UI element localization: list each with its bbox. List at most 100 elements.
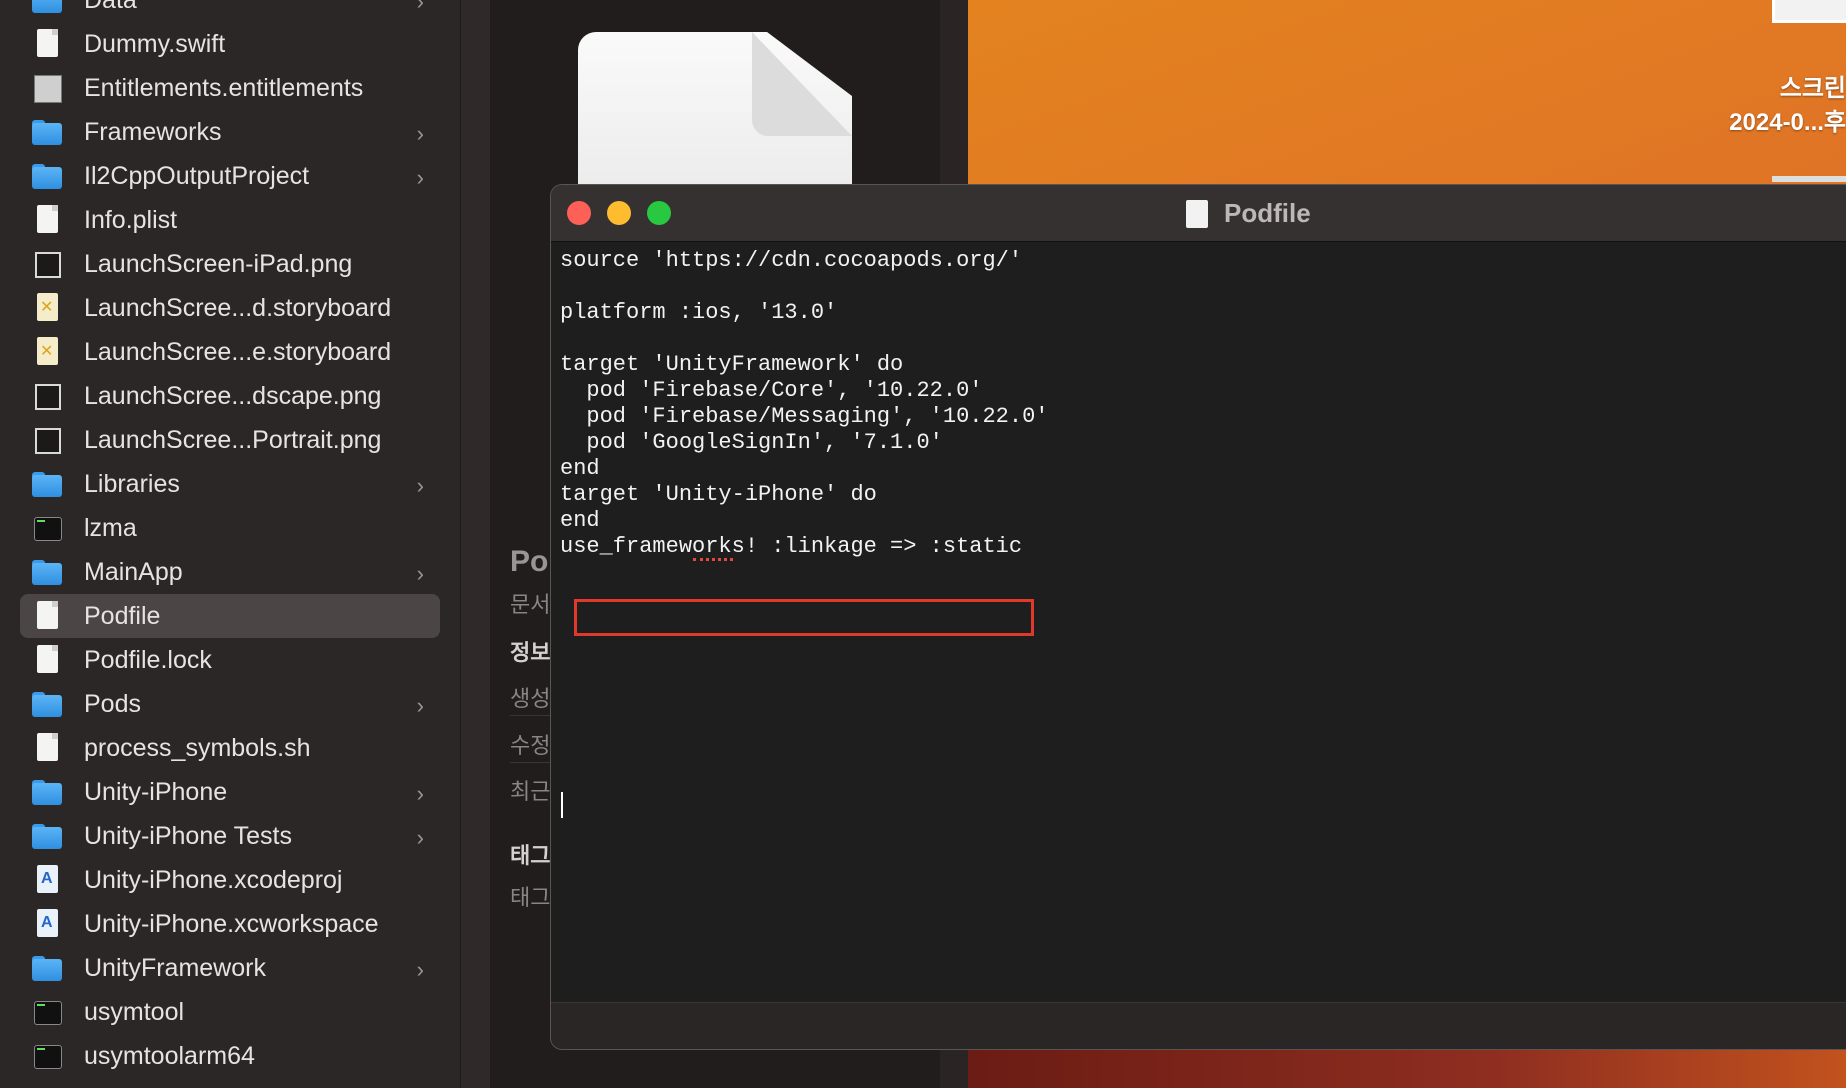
file-row[interactable]: Il2CppOutputProject ›: [20, 154, 440, 198]
window-title: Podfile: [1186, 198, 1311, 229]
file-row[interactable]: Info.plist: [20, 198, 440, 242]
preview-info-heading: 정보: [510, 640, 551, 665]
code-line: use_frameworks! :linkage => :static: [560, 534, 1023, 559]
textedit-window: Podfile source 'https://cdn.cocoapods.or…: [550, 184, 1846, 1050]
file-row[interactable]: LaunchScree...dscape.png: [20, 374, 440, 418]
file-name: Il2CppOutputProject: [84, 161, 310, 190]
file-row[interactable]: Frameworks ›: [20, 110, 440, 154]
file-row[interactable]: Podfile.lock: [20, 638, 440, 682]
image-file-icon: [32, 381, 62, 411]
file-row[interactable]: lzma: [20, 506, 440, 550]
document-icon: [1186, 199, 1208, 228]
file-row[interactable]: Unity-iPhone.xcworkspace: [20, 902, 440, 946]
file-name: Podfile: [84, 601, 161, 630]
chevron-right-icon[interactable]: ›: [417, 473, 424, 499]
chevron-right-icon[interactable]: ›: [417, 825, 424, 851]
file-name: Dummy.swift: [84, 29, 226, 58]
file-row[interactable]: Dummy.swift: [20, 22, 440, 66]
xcodeproj-icon: [32, 865, 62, 895]
executable-icon: [32, 1041, 62, 1071]
file-name: usymtoolarm64: [84, 1041, 255, 1070]
file-row[interactable]: UnityFramework ›: [20, 946, 440, 990]
maximize-button[interactable]: [647, 201, 671, 225]
file-row[interactable]: usymtool: [20, 990, 440, 1034]
desktop-file-label-line2[interactable]: 2024-0...후: [1729, 102, 1846, 137]
file-row[interactable]: Entitlements.entitlements: [20, 66, 440, 110]
file-row[interactable]: Libraries ›: [20, 462, 440, 506]
preview-file-title: Po: [510, 545, 549, 578]
file-name: Pods: [84, 689, 141, 718]
code-line: source 'https://cdn.cocoapods.org/': [560, 248, 1023, 273]
file-name: LaunchScree...Portrait.png: [84, 425, 382, 454]
file-row[interactable]: LaunchScree...d.storyboard: [20, 286, 440, 330]
chevron-right-icon[interactable]: ›: [417, 0, 424, 15]
window-title-text: Podfile: [1224, 198, 1311, 228]
code-line: end: [560, 508, 600, 533]
image-file-icon: [32, 249, 62, 279]
file-name: Unity-iPhone Tests: [84, 821, 292, 850]
desktop-file-label-line1[interactable]: 스크린: [1780, 68, 1846, 103]
file-name: Unity-iPhone.xcworkspace: [84, 909, 379, 938]
file-name: LaunchScree...e.storyboard: [84, 337, 392, 366]
file-name: lzma: [84, 513, 137, 542]
code-line: pod 'Firebase/Messaging', '10.22.0': [560, 404, 1049, 429]
file-name: MainApp: [84, 557, 183, 586]
text-editor[interactable]: source 'https://cdn.cocoapods.org/' platf…: [551, 242, 1846, 1002]
file-row[interactable]: Unity-iPhone.xcodeproj: [20, 858, 440, 902]
file-row[interactable]: LaunchScree...e.storyboard: [20, 330, 440, 374]
column-divider[interactable]: [460, 0, 491, 1088]
folder-icon: [32, 557, 62, 587]
code-line: platform :ios, '13.0': [560, 300, 838, 325]
file-row[interactable]: Unity-iPhone ›: [20, 770, 440, 814]
storyboard-file-icon: [32, 293, 62, 323]
code-line-highlighted: pod 'GoogleSignIn', '7.1.0': [560, 430, 943, 455]
minimize-button[interactable]: [607, 201, 631, 225]
file-row[interactable]: MainApp ›: [20, 550, 440, 594]
chevron-right-icon[interactable]: ›: [417, 561, 424, 587]
entitlements-file-icon: [32, 73, 62, 103]
file-row[interactable]: LaunchScree...Portrait.png: [20, 418, 440, 462]
folder-icon: [32, 689, 62, 719]
folder-icon: [32, 117, 62, 147]
text-caret: [561, 792, 563, 818]
folder-icon: [32, 777, 62, 807]
swift-file-icon: [32, 29, 62, 59]
folder-icon: [32, 0, 62, 15]
preview-divider: [510, 762, 550, 763]
desktop-thumbnail-edge: [1772, 176, 1846, 182]
chevron-right-icon[interactable]: ›: [417, 693, 424, 719]
file-row[interactable]: usymtoolarm64: [20, 1034, 440, 1078]
file-row[interactable]: Data ›: [20, 0, 440, 22]
plist-file-icon: [32, 205, 62, 235]
code-line: end: [560, 456, 600, 481]
chevron-right-icon[interactable]: ›: [417, 957, 424, 983]
code-line: pod 'Firebase/Core', '10.22.0': [560, 378, 983, 403]
code-line: target 'UnityFramework' do: [560, 352, 904, 377]
file-name: Frameworks: [84, 117, 222, 146]
preview-divider: [510, 715, 550, 716]
file-row[interactable]: Podfile: [20, 594, 440, 638]
xcworkspace-icon: [32, 909, 62, 939]
executable-icon: [32, 513, 62, 543]
preview-tags-field[interactable]: 태그: [510, 880, 550, 912]
folder-icon: [32, 821, 62, 851]
desktop-screenshot-thumbnail[interactable]: [1772, 0, 1846, 23]
file-row[interactable]: process_symbols.sh: [20, 726, 440, 770]
chevron-right-icon[interactable]: ›: [417, 121, 424, 147]
chevron-right-icon[interactable]: ›: [417, 165, 424, 191]
preview-created-label: 생성: [510, 686, 551, 711]
file-row[interactable]: LaunchScreen-iPad.png: [20, 242, 440, 286]
file-name: LaunchScreen-iPad.png: [84, 249, 353, 278]
file-name: LaunchScree...dscape.png: [84, 381, 382, 410]
highlight-annotation-box: [574, 599, 1034, 636]
close-button[interactable]: [567, 201, 591, 225]
preview-last-opened-label: 최근: [510, 779, 551, 804]
folder-icon: [32, 953, 62, 983]
file-name: Podfile.lock: [84, 645, 212, 674]
storyboard-file-icon: [32, 337, 62, 367]
file-row[interactable]: Unity-iPhone Tests ›: [20, 814, 440, 858]
window-titlebar[interactable]: Podfile: [551, 185, 1846, 242]
image-file-icon: [32, 425, 62, 455]
chevron-right-icon[interactable]: ›: [417, 781, 424, 807]
file-row[interactable]: Pods ›: [20, 682, 440, 726]
